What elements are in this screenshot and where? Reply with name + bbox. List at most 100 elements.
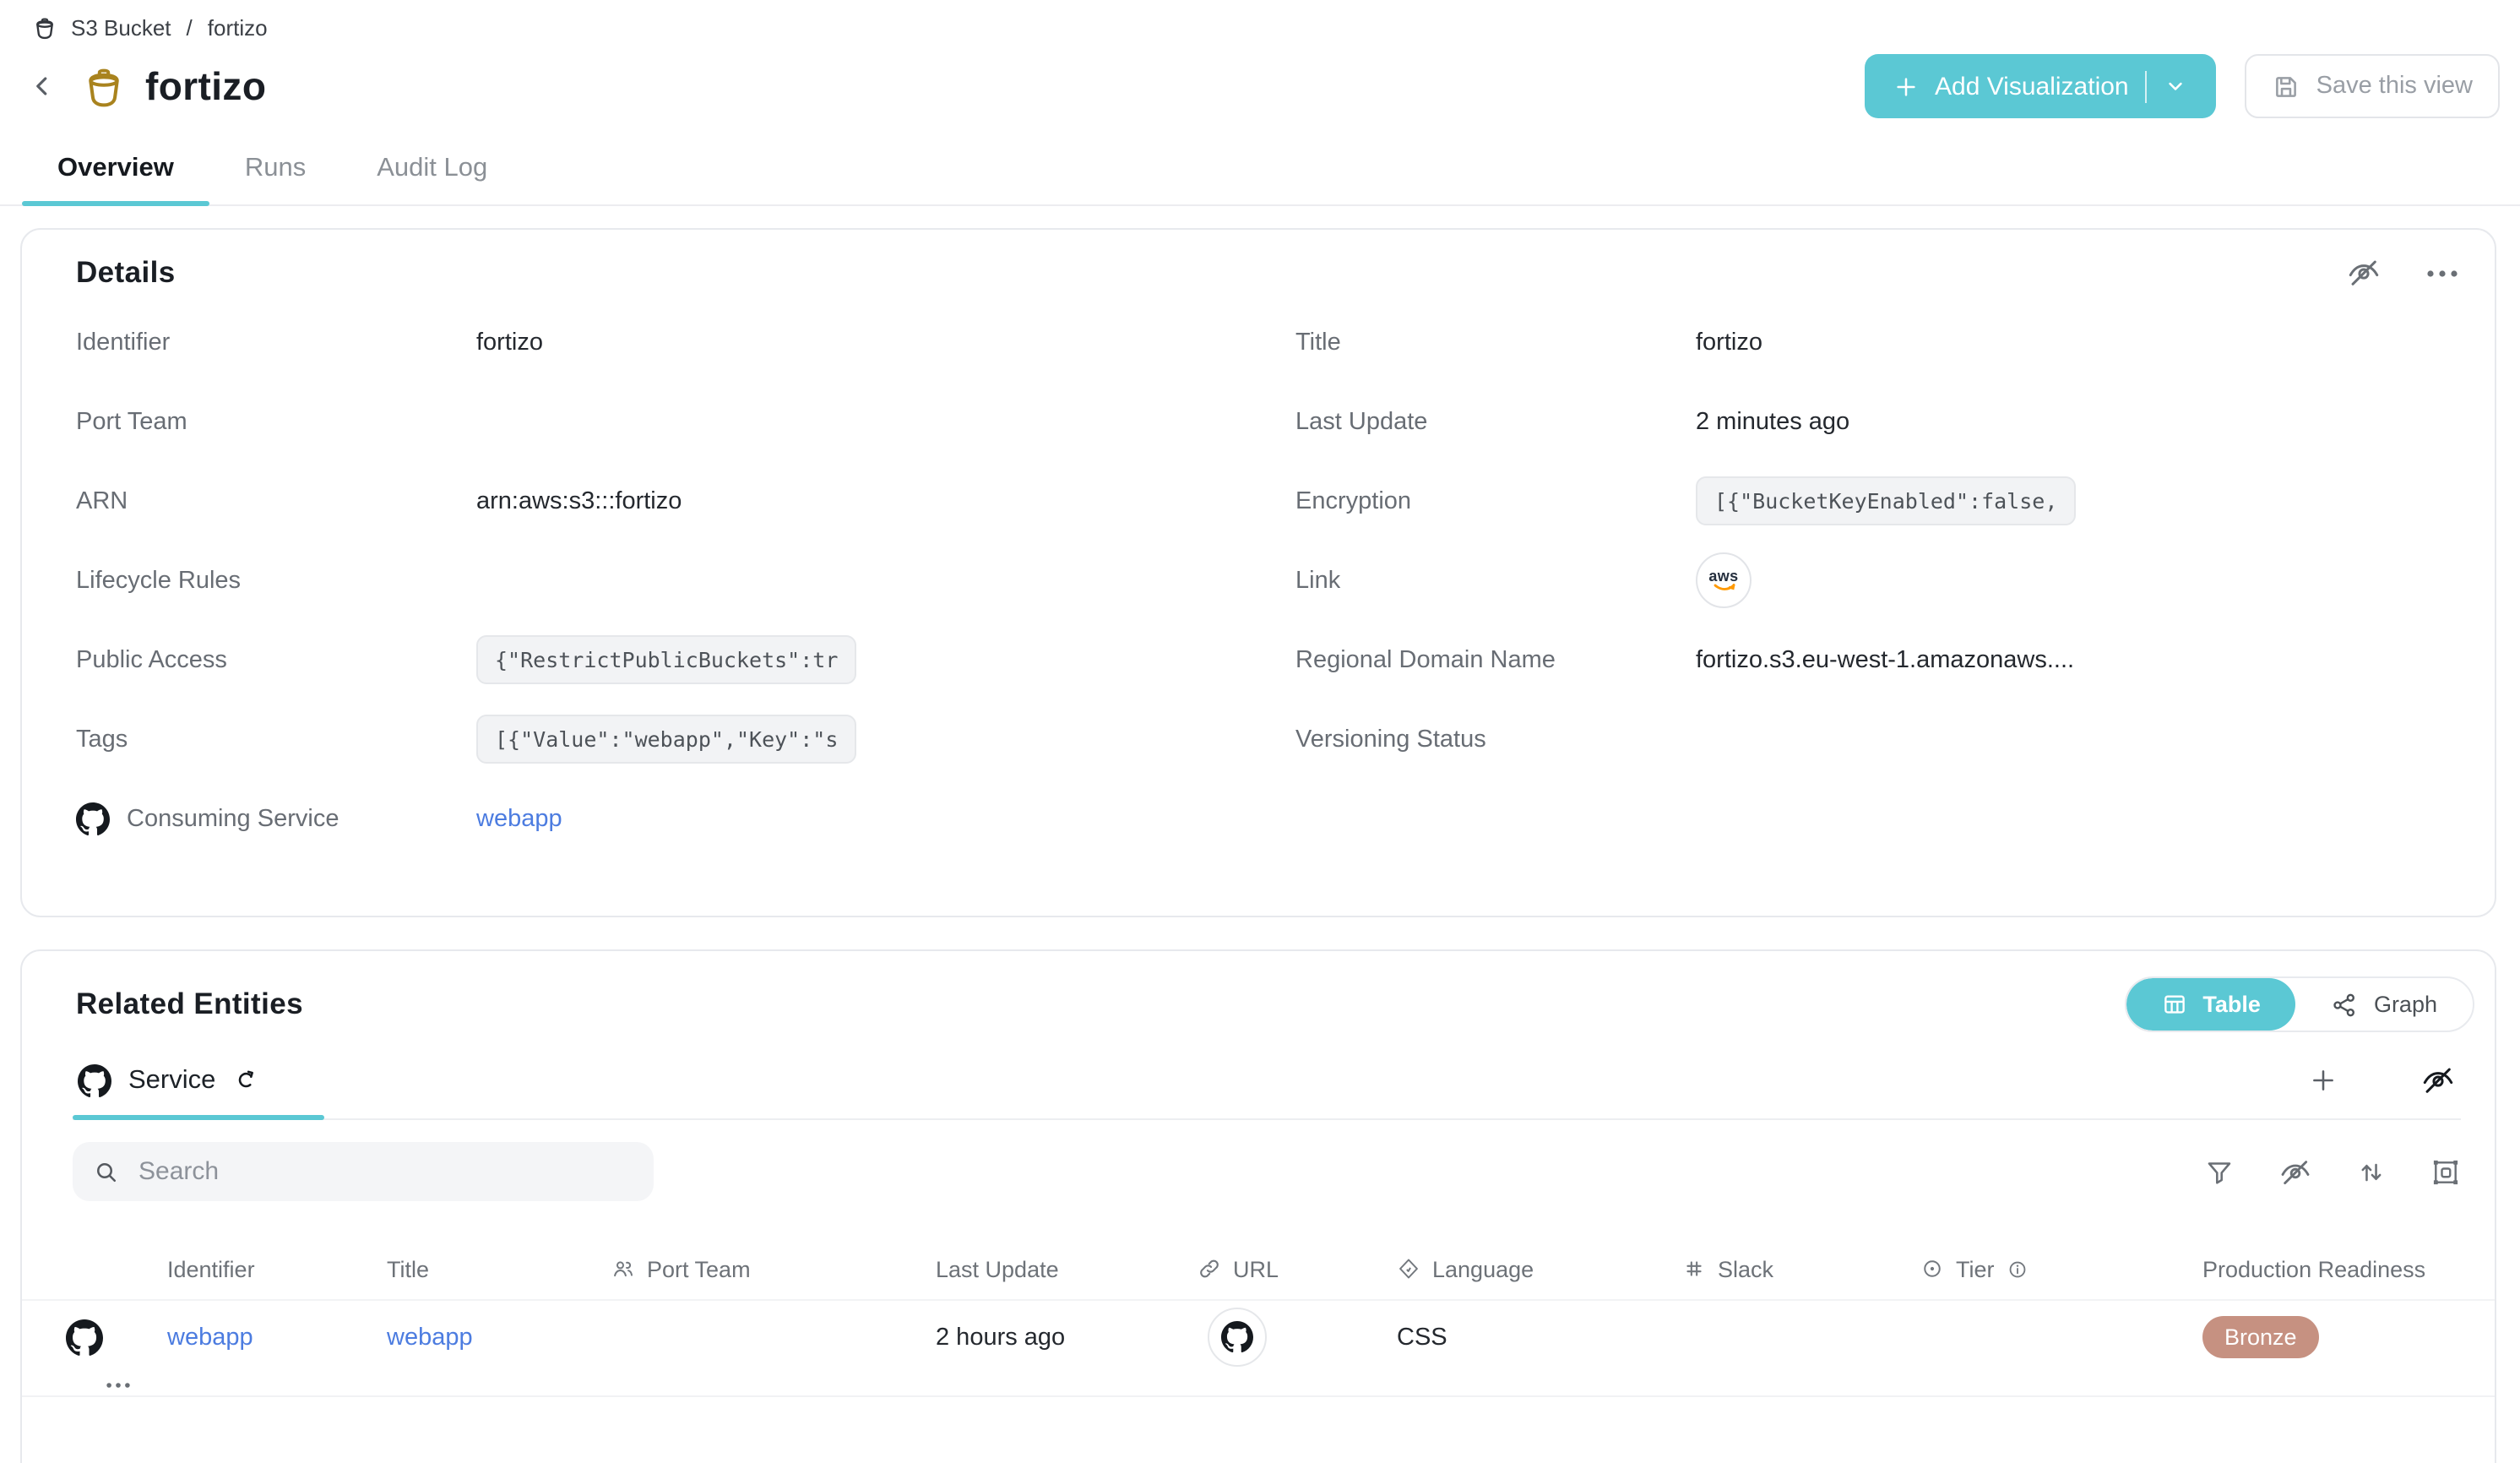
- field-regional-domain-name: Regional Domain Name fortizo.s3.eu-west-…: [1295, 620, 2461, 699]
- save-this-view-button[interactable]: Save this view: [2246, 54, 2500, 118]
- column-language[interactable]: Language: [1383, 1256, 1669, 1281]
- tab-service[interactable]: Service: [73, 1058, 323, 1118]
- field-arn: ARN arn:aws:s3:::fortizo: [76, 461, 1268, 541]
- field-value: 2 minutes ago: [1696, 408, 1849, 435]
- eye-slash-icon: [2420, 1063, 2456, 1098]
- column-port-team[interactable]: Port Team: [598, 1256, 922, 1281]
- tab-audit-log[interactable]: Audit Log: [341, 137, 523, 204]
- plus-icon: [2309, 1066, 2338, 1095]
- hide-related-button[interactable]: [2420, 1063, 2456, 1098]
- plus-icon: [1893, 73, 1918, 99]
- related-tabbar: Service: [73, 1058, 2461, 1120]
- language-icon: [1397, 1257, 1420, 1281]
- add-related-entity-button[interactable]: [2309, 1066, 2338, 1095]
- field-link: Link aws: [1295, 541, 2461, 620]
- ellipsis-icon: [106, 1382, 130, 1389]
- group-icon: [2430, 1156, 2461, 1187]
- s3-bucket-icon: [81, 63, 127, 109]
- filter-funnel-icon: [2204, 1156, 2235, 1187]
- field-value: fortizo: [1696, 329, 1762, 356]
- table-view-label: Table: [2202, 992, 2261, 1017]
- graph-view-button[interactable]: Graph: [2296, 978, 2473, 1031]
- link-icon: [1198, 1257, 1221, 1281]
- column-tier[interactable]: Tier: [1907, 1256, 2189, 1281]
- related-entities-title: Related Entities: [76, 987, 303, 1022]
- tab-overview[interactable]: Overview: [22, 137, 209, 204]
- breadcrumb-separator: /: [185, 15, 194, 41]
- table-view-button[interactable]: Table: [2126, 978, 2296, 1031]
- breadcrumb-blueprint[interactable]: S3 Bucket: [71, 15, 171, 41]
- view-toggle: Table Graph: [2125, 976, 2474, 1032]
- field-versioning-status: Versioning Status: [1295, 699, 2461, 779]
- github-icon: [66, 1319, 154, 1357]
- filter-button[interactable]: [2204, 1156, 2235, 1187]
- search-input[interactable]: [135, 1156, 633, 1188]
- info-icon: [2007, 1258, 2028, 1280]
- row-menu-button[interactable]: [106, 1382, 130, 1389]
- entity-tabs: Overview Runs Audit Log: [0, 137, 2520, 206]
- column-slack[interactable]: Slack: [1669, 1256, 1907, 1281]
- tab-runs[interactable]: Runs: [209, 137, 341, 204]
- row-identifier-link[interactable]: webapp: [154, 1324, 373, 1352]
- json-value-chip[interactable]: {"RestrictPublicBuckets":tr: [476, 635, 856, 684]
- search-icon: [93, 1158, 120, 1185]
- hide-columns-button[interactable]: [2278, 1155, 2312, 1188]
- hide-empty-values-button[interactable]: [2346, 255, 2382, 291]
- header-actions: Add Visualization Save this view: [1864, 54, 2500, 118]
- json-value-chip[interactable]: [{"Value":"webapp","Key":"s: [476, 715, 856, 764]
- field-label: Link: [1295, 567, 1696, 594]
- back-button[interactable]: [20, 64, 64, 108]
- breadcrumb-entity: fortizo: [208, 15, 268, 41]
- column-title[interactable]: Title: [373, 1256, 598, 1281]
- entity-page: S3 Bucket / fortizo fortizo Add Visualiz…: [0, 0, 2520, 1463]
- field-label: Last Update: [1295, 408, 1696, 435]
- table-row[interactable]: webapp webapp 2 hours ago CSS Bronze: [22, 1301, 2495, 1397]
- group-by-button[interactable]: [2430, 1156, 2461, 1187]
- column-url[interactable]: URL: [1184, 1256, 1383, 1281]
- aws-link-icon[interactable]: aws: [1696, 552, 1752, 608]
- graph-icon: [2332, 991, 2359, 1018]
- ellipsis-icon: [2427, 269, 2458, 276]
- row-language: CSS: [1383, 1324, 1669, 1352]
- column-identifier[interactable]: Identifier: [154, 1256, 373, 1281]
- bucket-icon: [32, 15, 57, 41]
- table-actions: [2204, 1155, 2461, 1188]
- related-entities-header: Related Entities Table Graph: [22, 951, 2495, 1032]
- details-card-header: Details: [22, 230, 2495, 291]
- field-value: arn:aws:s3:::fortizo: [476, 487, 682, 514]
- field-label: ARN: [76, 487, 476, 514]
- details-left-column: Identifier fortizo Port Team ARN arn:aws…: [76, 302, 1268, 858]
- json-value-chip[interactable]: [{"BucketKeyEnabled":false,: [1696, 476, 2076, 525]
- sort-arrows-icon: [2356, 1156, 2387, 1187]
- chevron-left-icon: [27, 71, 57, 101]
- field-last-update: Last Update 2 minutes ago: [1295, 382, 2461, 461]
- sort-button[interactable]: [2356, 1156, 2387, 1187]
- field-consuming-service: Consuming Service webapp: [76, 779, 1268, 858]
- save-this-view-label: Save this view: [2316, 73, 2473, 100]
- chevron-down-icon[interactable]: [2164, 74, 2188, 98]
- service-tab-label: Service: [128, 1066, 215, 1096]
- tabbar-actions: [2309, 1063, 2461, 1118]
- add-visualization-button[interactable]: Add Visualization: [1864, 54, 2217, 118]
- field-label: Identifier: [76, 329, 476, 356]
- column-production-readiness[interactable]: Production Readiness: [2189, 1256, 2461, 1281]
- search-box[interactable]: [73, 1142, 654, 1201]
- field-label: Lifecycle Rules: [76, 567, 476, 594]
- consuming-service-link[interactable]: webapp: [476, 805, 562, 832]
- table-icon: [2162, 992, 2187, 1017]
- field-encryption: Encryption [{"BucketKeyEnabled":false,: [1295, 461, 2461, 541]
- team-icon: [611, 1257, 635, 1281]
- field-tags: Tags [{"Value":"webapp","Key":"s: [76, 699, 1268, 779]
- field-label: Title: [1295, 329, 1696, 356]
- table-header: Identifier Title Port Team Last Update U…: [22, 1238, 2495, 1301]
- eye-slash-icon: [2346, 255, 2382, 291]
- github-link-icon[interactable]: [1208, 1308, 1267, 1368]
- details-menu-button[interactable]: [2427, 269, 2458, 276]
- column-last-update[interactable]: Last Update: [922, 1256, 1184, 1281]
- field-title: Title fortizo: [1295, 302, 2461, 382]
- field-port-team: Port Team: [76, 382, 1268, 461]
- table-toolbar: [73, 1142, 2461, 1201]
- field-lifecycle-rules: Lifecycle Rules: [76, 541, 1268, 620]
- row-title-link[interactable]: webapp: [373, 1324, 598, 1352]
- field-identifier: Identifier fortizo: [76, 302, 1268, 382]
